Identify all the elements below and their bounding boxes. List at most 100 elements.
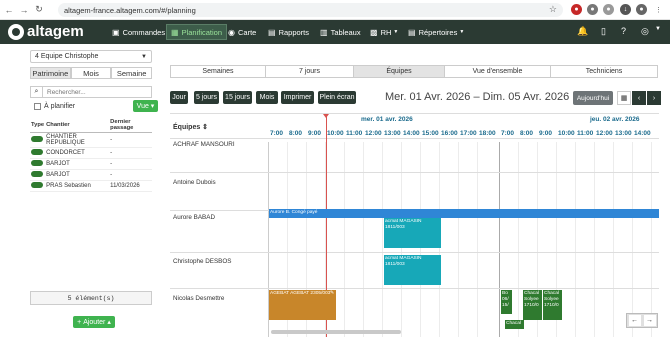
event-text: Chacal: [506, 321, 521, 326]
menu-label: Planification: [181, 27, 223, 37]
menu-rapports[interactable]: ▤ Rapports: [264, 24, 313, 40]
report-icon: ▤: [268, 27, 276, 37]
chevron-down-icon[interactable]: ▼: [655, 26, 661, 32]
team-select-value: 4 Equipe Christophe: [35, 53, 99, 60]
view-tabs: Semaines 7 jours Équipes Vue d'ensemble …: [170, 65, 659, 78]
profile-icon[interactable]: ●: [636, 4, 647, 15]
seg-semaine[interactable]: Semaine: [111, 67, 153, 79]
event-card[interactable]: Aurore B. Congé payé: [269, 209, 659, 218]
menu-repertoires[interactable]: ▤ Répertoires ▼: [404, 24, 468, 40]
help-icon[interactable]: ?: [621, 26, 626, 36]
tab-semaines[interactable]: Semaines: [170, 65, 266, 78]
team-name[interactable]: Antoine Dubois: [173, 179, 216, 186]
table-row[interactable]: PRAS Sebastien 11/03/2026: [30, 180, 152, 192]
hour-label: 8:00: [289, 130, 303, 137]
last-visit-cell: -: [109, 132, 152, 148]
checkbox[interactable]: [34, 103, 41, 110]
col-type[interactable]: Type: [30, 118, 46, 133]
hour-label: 12:00: [365, 130, 382, 137]
menu-tableaux[interactable]: ▥ Tableaux: [316, 24, 365, 40]
table-icon: ▥: [320, 27, 328, 37]
extension-icon[interactable]: ●: [571, 4, 582, 15]
scroll-left-icon[interactable]: ←: [628, 315, 641, 326]
5-days-button[interactable]: 5 jours: [194, 91, 219, 104]
calendar-picker-icon[interactable]: ▦: [617, 91, 631, 105]
team-row: Nicolas Desmettre: [170, 288, 659, 302]
tab-vue-ensemble[interactable]: Vue d'ensemble: [444, 65, 551, 78]
print-button[interactable]: Imprimer: [281, 91, 314, 104]
hour-label: 14:00: [634, 130, 651, 137]
15-days-button[interactable]: 15 jours: [223, 91, 252, 104]
date-header: mer. 01 avr. 2026: [361, 116, 413, 123]
event-card[interactable]: Chacal Solyee 1710/0: [523, 290, 542, 320]
menu-carte[interactable]: ◉ Carte: [224, 24, 260, 40]
menu-rh[interactable]: ▩ RH ▼: [366, 24, 402, 40]
day-view-button[interactable]: Jour: [170, 91, 188, 104]
table-row[interactable]: BARJOT -: [30, 169, 152, 181]
altagem-logo-icon: [8, 23, 24, 40]
seg-mois[interactable]: Mois: [70, 67, 112, 79]
to-plan-filter[interactable]: À planifier: [34, 103, 75, 110]
table-row[interactable]: CONDORCET -: [30, 147, 152, 159]
col-chantier[interactable]: Chantier: [45, 118, 110, 133]
reload-icon[interactable]: ↻: [33, 4, 45, 16]
month-button[interactable]: Mois: [256, 91, 278, 104]
download-icon[interactable]: ↓: [620, 4, 631, 15]
team-name[interactable]: Christophe DESBOS: [173, 258, 231, 265]
bookmark-star-icon[interactable]: ☆: [549, 4, 557, 15]
prev-period-icon[interactable]: ‹: [632, 91, 646, 105]
tab-techniciens[interactable]: Techniciens: [550, 65, 658, 78]
vue-button[interactable]: Vue ▾: [133, 100, 158, 112]
menu-commandes[interactable]: ▣ Commandes: [108, 24, 169, 40]
event-card[interactable]: Bo 06/ 15/: [501, 290, 512, 314]
team-name[interactable]: Aurore BABAD: [173, 214, 215, 221]
calendar-icon: ▦: [171, 27, 179, 37]
next-period-icon[interactable]: ›: [647, 91, 661, 105]
scroll-right-icon[interactable]: →: [643, 315, 656, 326]
menu-label: Rapports: [278, 27, 309, 37]
extension-icon[interactable]: ●: [587, 4, 598, 15]
patrimoine-table: Type Chantier Dernier passage CHANTIER R…: [30, 118, 152, 192]
event-card[interactable]: Chacal: [505, 320, 524, 329]
hour-label: 9:00: [308, 130, 322, 137]
add-label: Ajouter: [83, 318, 106, 326]
user-icon[interactable]: ◎: [641, 26, 649, 37]
event-card[interactable]: acmat MAGASIN 1811/003: [384, 218, 441, 248]
address-bar[interactable]: altagem-france.altagem.com/#/planning ☆: [58, 3, 563, 17]
date-range-title: Mer. 01 Avr. 2026 – Dim. 05 Avr. 2026: [385, 91, 570, 103]
fullscreen-button[interactable]: Plein écran: [318, 91, 356, 104]
today-button[interactable]: Aujourd'hui: [573, 91, 613, 105]
edit-icon[interactable]: ✎: [330, 291, 334, 297]
bell-icon[interactable]: 🔔: [577, 26, 588, 37]
event-card[interactable]: AGEBAT AGEBAT 2305/003 ✎: [269, 290, 336, 320]
add-button[interactable]: + Ajouter ▴: [73, 316, 115, 328]
team-select[interactable]: 4 Equipe Christophe ▼: [30, 50, 152, 63]
url-text: altagem-france.altagem.com/#/planning: [64, 5, 196, 15]
app-logo[interactable]: altagem: [8, 23, 84, 40]
extension-icon[interactable]: ●: [603, 4, 614, 15]
tab-equipes[interactable]: Équipes: [353, 65, 445, 78]
horizontal-scrollbar[interactable]: [271, 330, 401, 334]
team-name[interactable]: ACHRAF MANSOURI: [173, 141, 235, 148]
people-icon: ▩: [370, 27, 378, 37]
team-name[interactable]: Nicolas Desmettre: [173, 295, 224, 302]
date-header: jeu. 02 avr. 2026: [590, 116, 640, 123]
col-dernier-passage[interactable]: Dernier passage: [109, 118, 152, 133]
teams-header-label: Équipes: [173, 124, 201, 131]
hour-label: 7:00: [501, 130, 515, 137]
table-row[interactable]: BARJOT -: [30, 158, 152, 170]
forward-icon[interactable]: →: [18, 4, 30, 16]
teams-column-header[interactable]: Équipes ⇕: [173, 123, 208, 131]
browser-menu-icon[interactable]: ⋮: [653, 4, 664, 15]
seg-patrimoine[interactable]: Patrimoine: [30, 67, 71, 79]
back-icon[interactable]: ←: [3, 4, 15, 16]
chevron-down-icon: ▼: [459, 29, 465, 35]
left-view-segments: Patrimoine Mois Semaine: [30, 67, 153, 79]
table-row[interactable]: CHANTIER REPUBLIQUE -: [30, 132, 152, 148]
event-card[interactable]: acmat MAGASIN 1811/003: [384, 255, 441, 285]
event-card[interactable]: Chacal Solyee 1710/0: [543, 290, 562, 320]
menu-planification[interactable]: ▦ Planification: [166, 24, 228, 40]
search-input[interactable]: [43, 88, 143, 96]
mobile-icon[interactable]: ▯: [601, 26, 606, 37]
tab-7-jours[interactable]: 7 jours: [265, 65, 354, 78]
